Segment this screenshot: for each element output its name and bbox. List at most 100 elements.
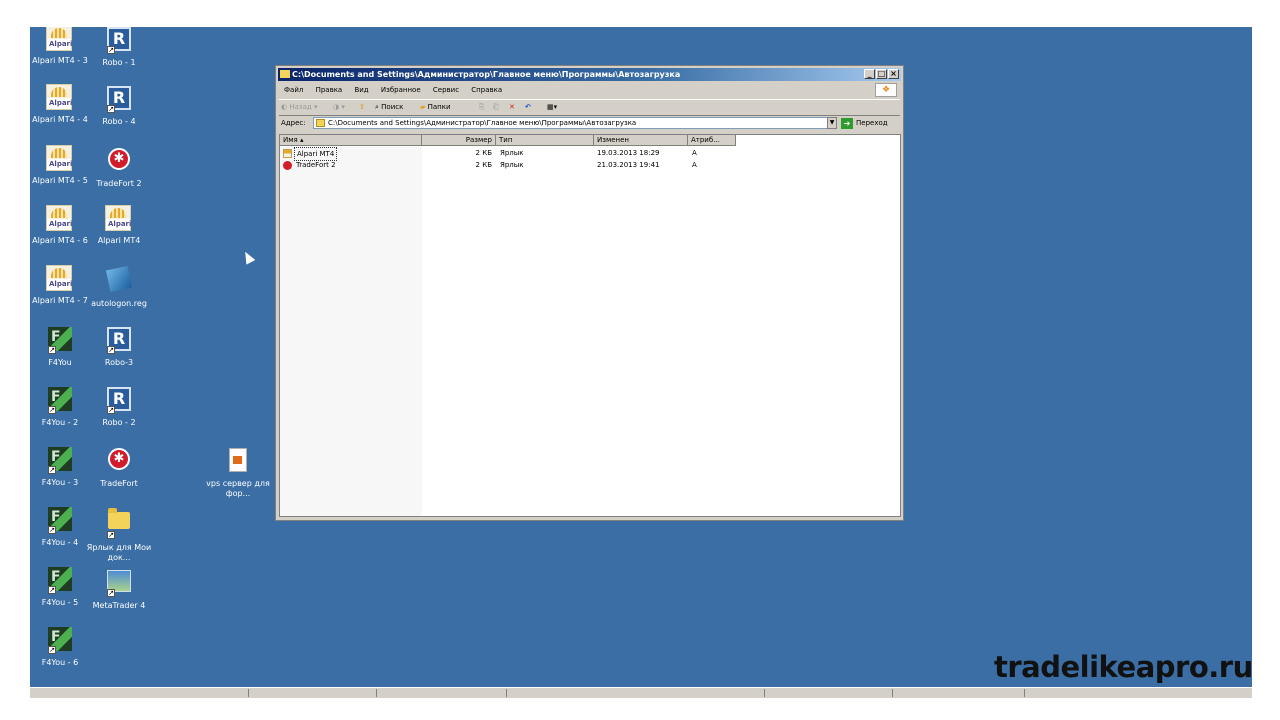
menu-edit[interactable]: Правка: [316, 86, 343, 94]
file-list[interactable]: Имя ▴ Размер Тип Изменен Атриб... Alpari…: [279, 134, 901, 517]
desktop-icon-alpari-mt4[interactable]: Alpari Alpari MT4: [86, 205, 152, 246]
address-dropdown-button[interactable]: ▼: [827, 117, 837, 129]
undo-icon[interactable]: ↶: [525, 100, 531, 115]
desktop-icon-label: TradeFort: [100, 479, 138, 488]
up-folder-icon[interactable]: ⇧: [359, 100, 365, 115]
desktop-icon-label: MetaTrader 4: [92, 601, 146, 610]
desktop-icon-f4you-3[interactable]: F ↗ F4You - 3: [30, 445, 93, 488]
column-header-size[interactable]: Размер: [422, 135, 496, 146]
f4you-icon: F ↗: [46, 627, 74, 655]
tradefort-icon: ✱: [105, 448, 133, 476]
alpari-icon: Alpari: [105, 205, 133, 233]
back-button[interactable]: ◐ Назад ▾: [281, 100, 318, 115]
desktop-icon-f4you-2[interactable]: F ↗ F4You - 2: [30, 385, 93, 428]
alpari-icon: Alpari: [46, 84, 74, 112]
column-header-type[interactable]: Тип: [496, 135, 594, 146]
forward-button[interactable]: ◑ ▾: [333, 100, 345, 115]
tradefort-icon: ✱: [105, 148, 133, 176]
desktop-icon-autologon-reg[interactable]: autologon.reg: [86, 265, 152, 309]
address-bar: Адрес: C:\Documents and Settings\Админис…: [279, 116, 900, 131]
desktop-icon-label: F4You: [48, 358, 72, 367]
desktop-icon-tradefort-2[interactable]: ✱ TradeFort 2: [86, 145, 152, 189]
desktop-icon-robo-3[interactable]: R ↗ Robo-3: [86, 325, 152, 368]
copy-to-icon[interactable]: ⎗: [493, 100, 499, 115]
desktop-icon-alpari-mt4-7[interactable]: Alpari Alpari MT4 - 7: [30, 265, 93, 306]
desktop-icon-label: F4You - 6: [41, 658, 79, 667]
window-titlebar[interactable]: C:\Documents and Settings\Администратор\…: [278, 68, 901, 81]
delete-icon[interactable]: ✕: [509, 100, 515, 115]
desktop-icon-vps-document[interactable]: vps сервер для фор...: [205, 445, 271, 499]
desktop-icon-label: autologon.reg: [91, 299, 147, 308]
robo-icon: R ↗: [105, 86, 133, 114]
column-header-name[interactable]: Имя ▴: [280, 135, 422, 146]
desktop-icon-label: F4You - 3: [41, 478, 79, 487]
column-header-modified[interactable]: Изменен: [594, 135, 688, 146]
robo-icon: R ↗: [105, 27, 133, 55]
menu-help[interactable]: Справка: [471, 86, 502, 94]
column-header-attributes[interactable]: Атриб...: [688, 135, 736, 146]
desktop-icon-label: Alpari MT4 - 6: [32, 236, 88, 245]
address-label: Адрес:: [281, 119, 306, 127]
maximize-button[interactable]: □: [876, 69, 887, 79]
f4you-icon: F ↗: [46, 327, 74, 355]
desktop-icon-f4you[interactable]: F ↗ F4You: [30, 325, 93, 368]
desktop-icon-alpari-mt4-5[interactable]: Alpari Alpari MT4 - 5: [30, 145, 93, 186]
file-modified: 21.03.2013 19:41: [597, 161, 660, 169]
taskbar-button[interactable]: [1024, 689, 1145, 697]
alpari-icon: Alpari: [46, 205, 74, 233]
menu-tools[interactable]: Сервис: [433, 86, 459, 94]
close-button[interactable]: ×: [888, 69, 899, 79]
taskbar-button[interactable]: [248, 689, 369, 697]
file-modified: 19.03.2013 18:29: [597, 149, 660, 157]
desktop-icon-my-documents-shortcut[interactable]: ↗ Ярлык для Мои док...: [86, 505, 152, 563]
file-size: 2 КБ: [475, 161, 492, 169]
desktop-icon-label: Robo - 2: [102, 418, 136, 427]
taskbar-button[interactable]: [892, 689, 1013, 697]
desktop-icon-label: Alpari MT4 - 3: [32, 56, 88, 65]
explorer-window: C:\Documents and Settings\Администратор\…: [275, 65, 904, 521]
desktop-icon-f4you-6[interactable]: F ↗ F4You - 6: [30, 625, 93, 668]
views-icon[interactable]: ▦▾: [547, 100, 557, 115]
desktop-icon-label: Robo - 1: [102, 58, 136, 67]
move-to-icon[interactable]: ⎘: [479, 100, 485, 115]
taskbar-button[interactable]: [506, 689, 757, 697]
robo-icon: R ↗: [105, 387, 133, 415]
desktop-icon-alpari-mt4-3[interactable]: Alpari Alpari MT4 - 3: [30, 27, 93, 66]
desktop-icon-tradefort[interactable]: ✱ TradeFort: [86, 445, 152, 489]
address-input[interactable]: C:\Documents and Settings\Администратор\…: [313, 117, 829, 129]
minimize-button[interactable]: _: [864, 69, 875, 79]
desktop-icon-alpari-mt4-6[interactable]: Alpari Alpari MT4 - 6: [30, 205, 93, 246]
folders-button[interactable]: ▰ Папки: [420, 100, 451, 115]
desktop-icon-label: Alpari MT4 - 4: [32, 115, 88, 124]
desktop-icon-robo-1[interactable]: R ↗ Robo - 1: [86, 27, 152, 68]
windows-logo-icon: ❖: [875, 83, 897, 97]
desktop-icon-metatrader-4[interactable]: ↗ MetaTrader 4: [86, 565, 152, 611]
file-size: 2 КБ: [475, 149, 492, 157]
file-type: Ярлык: [500, 161, 524, 169]
f4you-icon: F ↗: [46, 507, 74, 535]
taskbar-button[interactable]: [764, 689, 885, 697]
desktop-icon-robo-4[interactable]: R ↗ Robo - 4: [86, 84, 152, 127]
go-button[interactable]: ➔ Переход: [841, 116, 888, 131]
desktop-icon-f4you-4[interactable]: F ↗ F4You - 4: [30, 505, 93, 548]
toolbar: ◐ Назад ▾ ◑ ▾ ⇧ ⌕ Поиск ▰ Папки ⎘ ⎗ ✕ ↶ …: [279, 99, 900, 116]
search-button[interactable]: ⌕ Поиск: [375, 100, 403, 115]
desktop-icon-label: Ярлык для Мои док...: [86, 543, 152, 562]
alpari-icon: [283, 149, 292, 158]
desktop-icon-label: F4You - 4: [41, 538, 79, 547]
menu-file[interactable]: Файл: [284, 86, 303, 94]
menu-view[interactable]: Вид: [354, 86, 368, 94]
desktop-icon-robo-2[interactable]: R ↗ Robo - 2: [86, 385, 152, 428]
f4you-icon: F ↗: [46, 387, 74, 415]
desktop-icon-alpari-mt4-4[interactable]: Alpari Alpari MT4 - 4: [30, 84, 93, 125]
desktop-icon-label: F4You - 2: [41, 418, 79, 427]
desktop-icon-f4you-5[interactable]: F ↗ F4You - 5: [30, 565, 93, 608]
file-row[interactable]: TradeFort 2 2 КБ Ярлык 21.03.2013 19:41 …: [280, 159, 740, 171]
folder-icon: [316, 119, 325, 127]
taskbar-button[interactable]: [376, 689, 497, 697]
window-title: C:\Documents and Settings\Администратор\…: [292, 70, 681, 79]
registry-file-icon: [105, 265, 133, 296]
file-row[interactable]: Alpari MT4 2 КБ Ярлык 19.03.2013 18:29 A: [280, 147, 740, 161]
menu-favorites[interactable]: Избранное: [381, 86, 421, 94]
file-name: TradeFort 2: [296, 161, 336, 169]
